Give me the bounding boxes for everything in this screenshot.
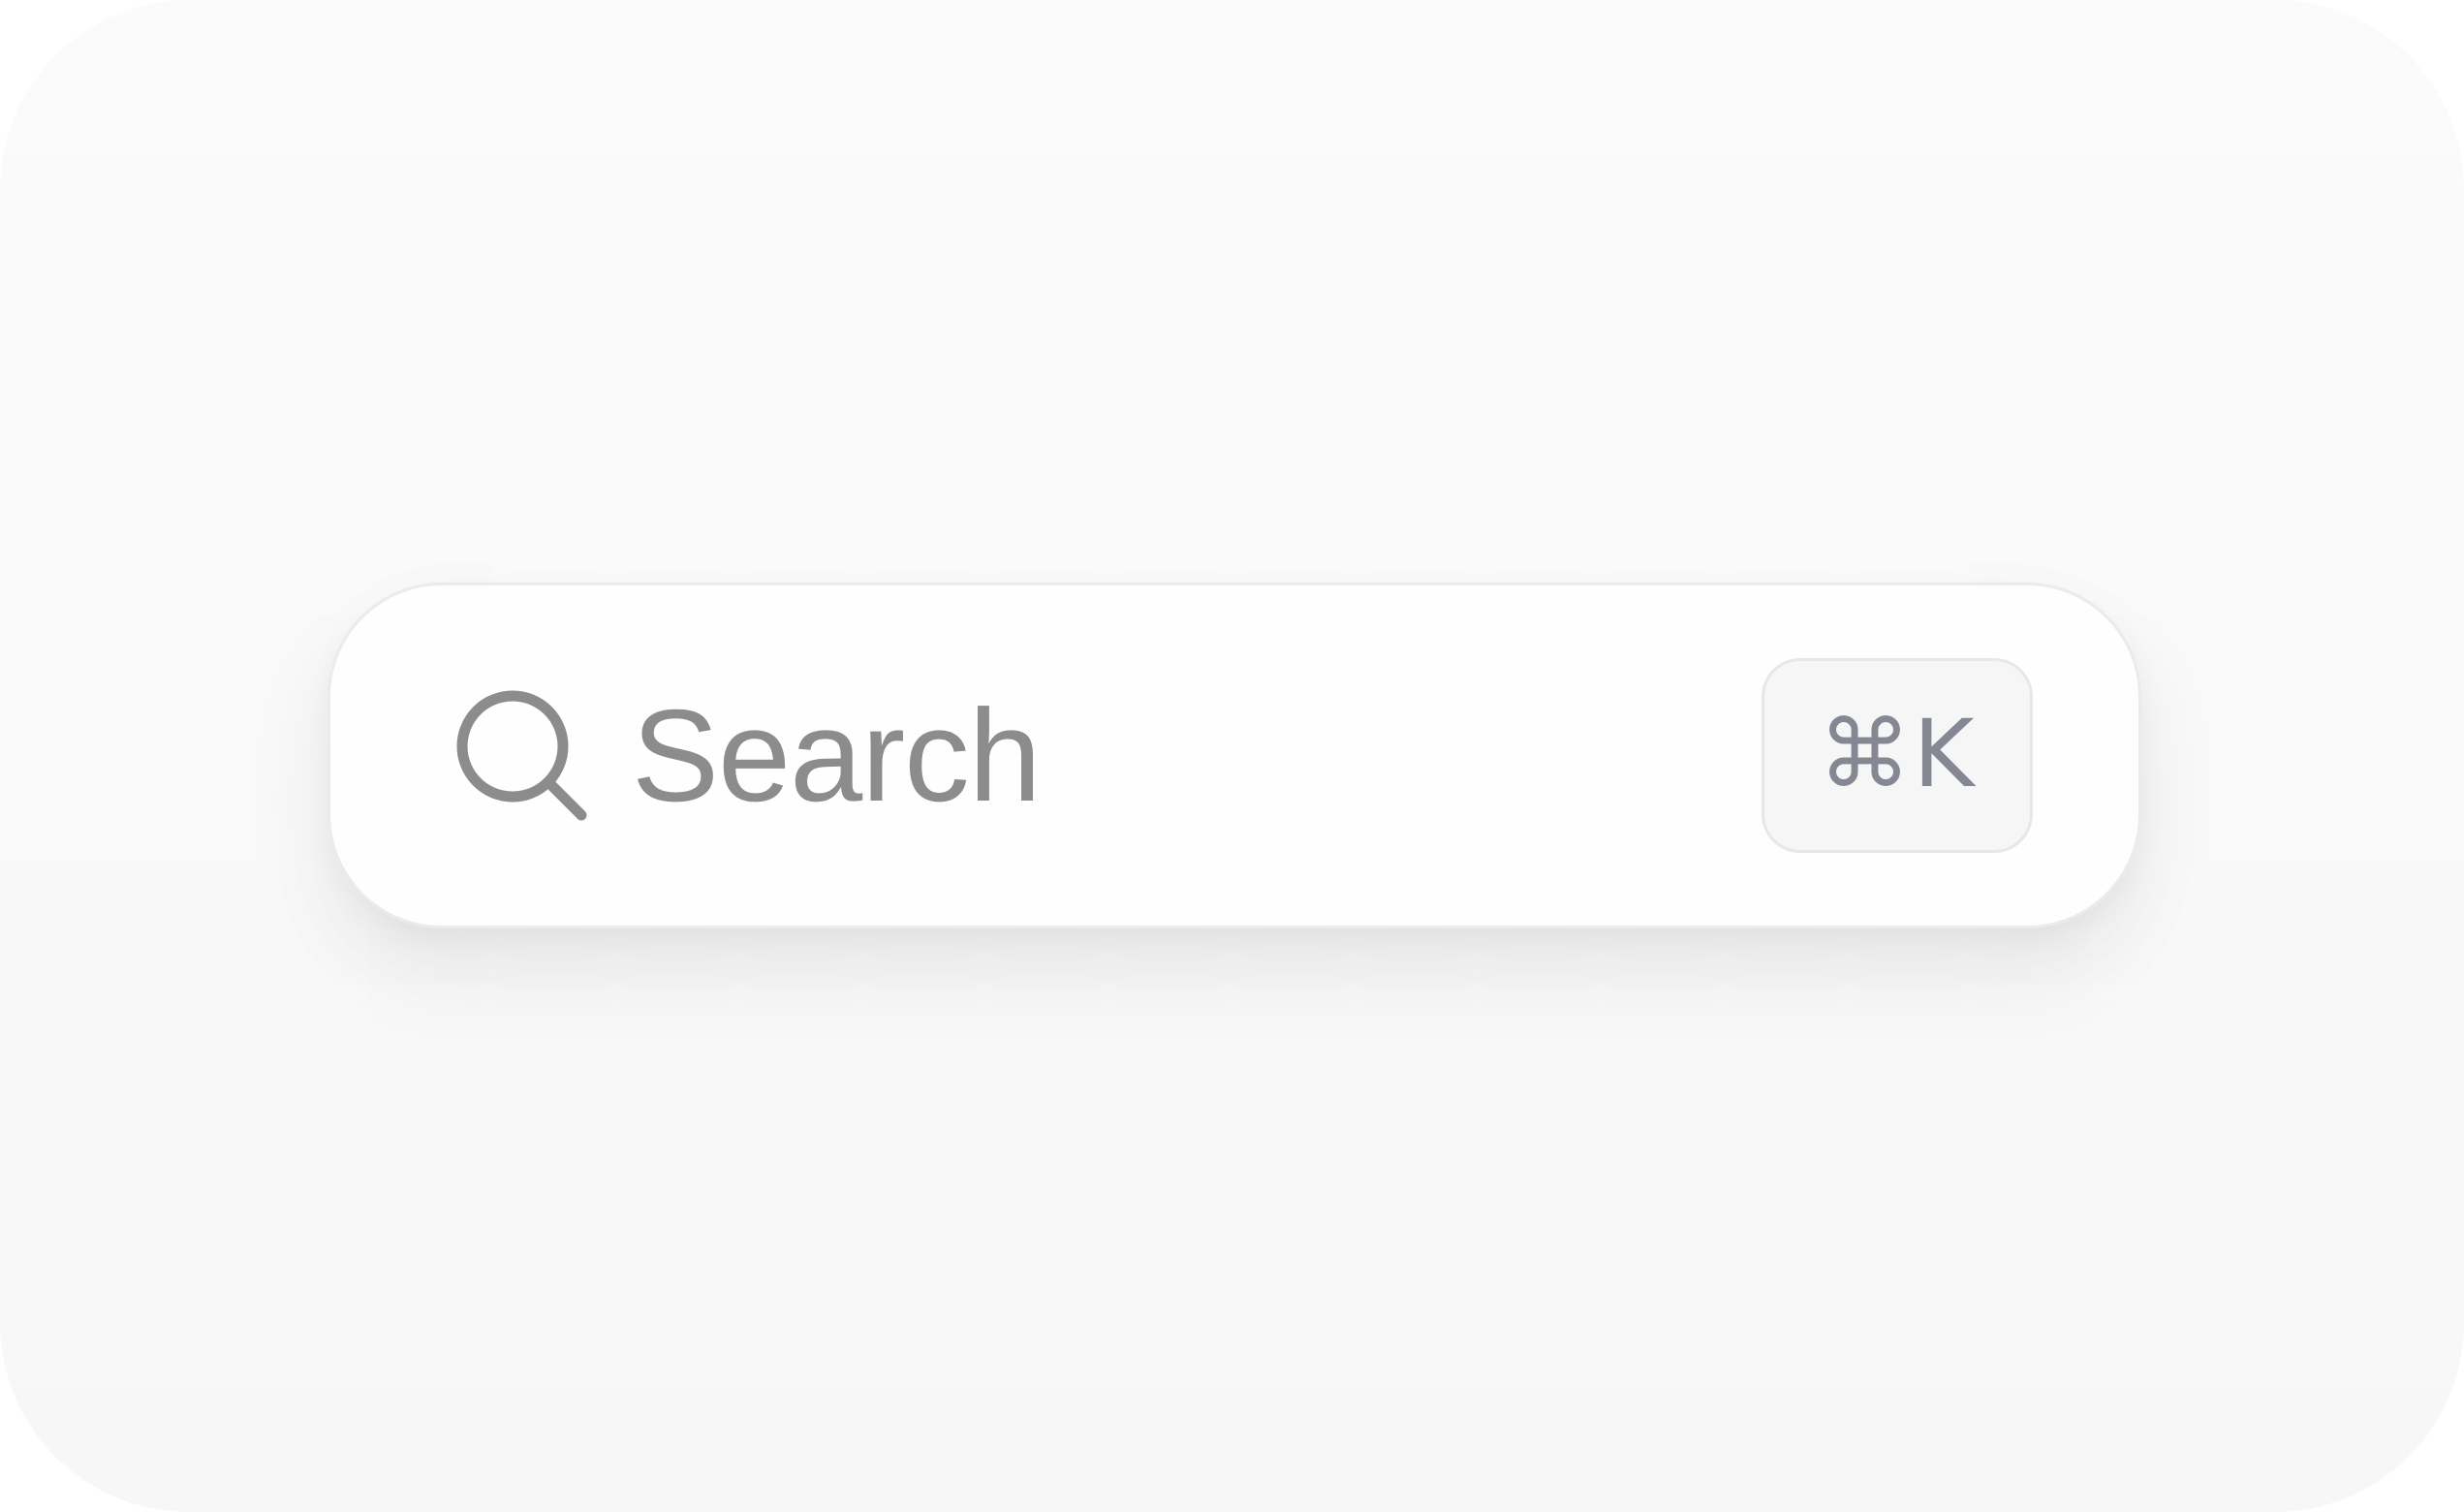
shortcut-label: ⌘K	[1818, 699, 1977, 808]
search-icon	[456, 690, 587, 821]
keyboard-shortcut-badge: ⌘K	[1762, 658, 2033, 853]
search-bar[interactable]: ⌘K	[327, 583, 2141, 929]
search-input[interactable]	[632, 678, 1368, 834]
page-background: ⌘K	[0, 0, 2464, 1512]
